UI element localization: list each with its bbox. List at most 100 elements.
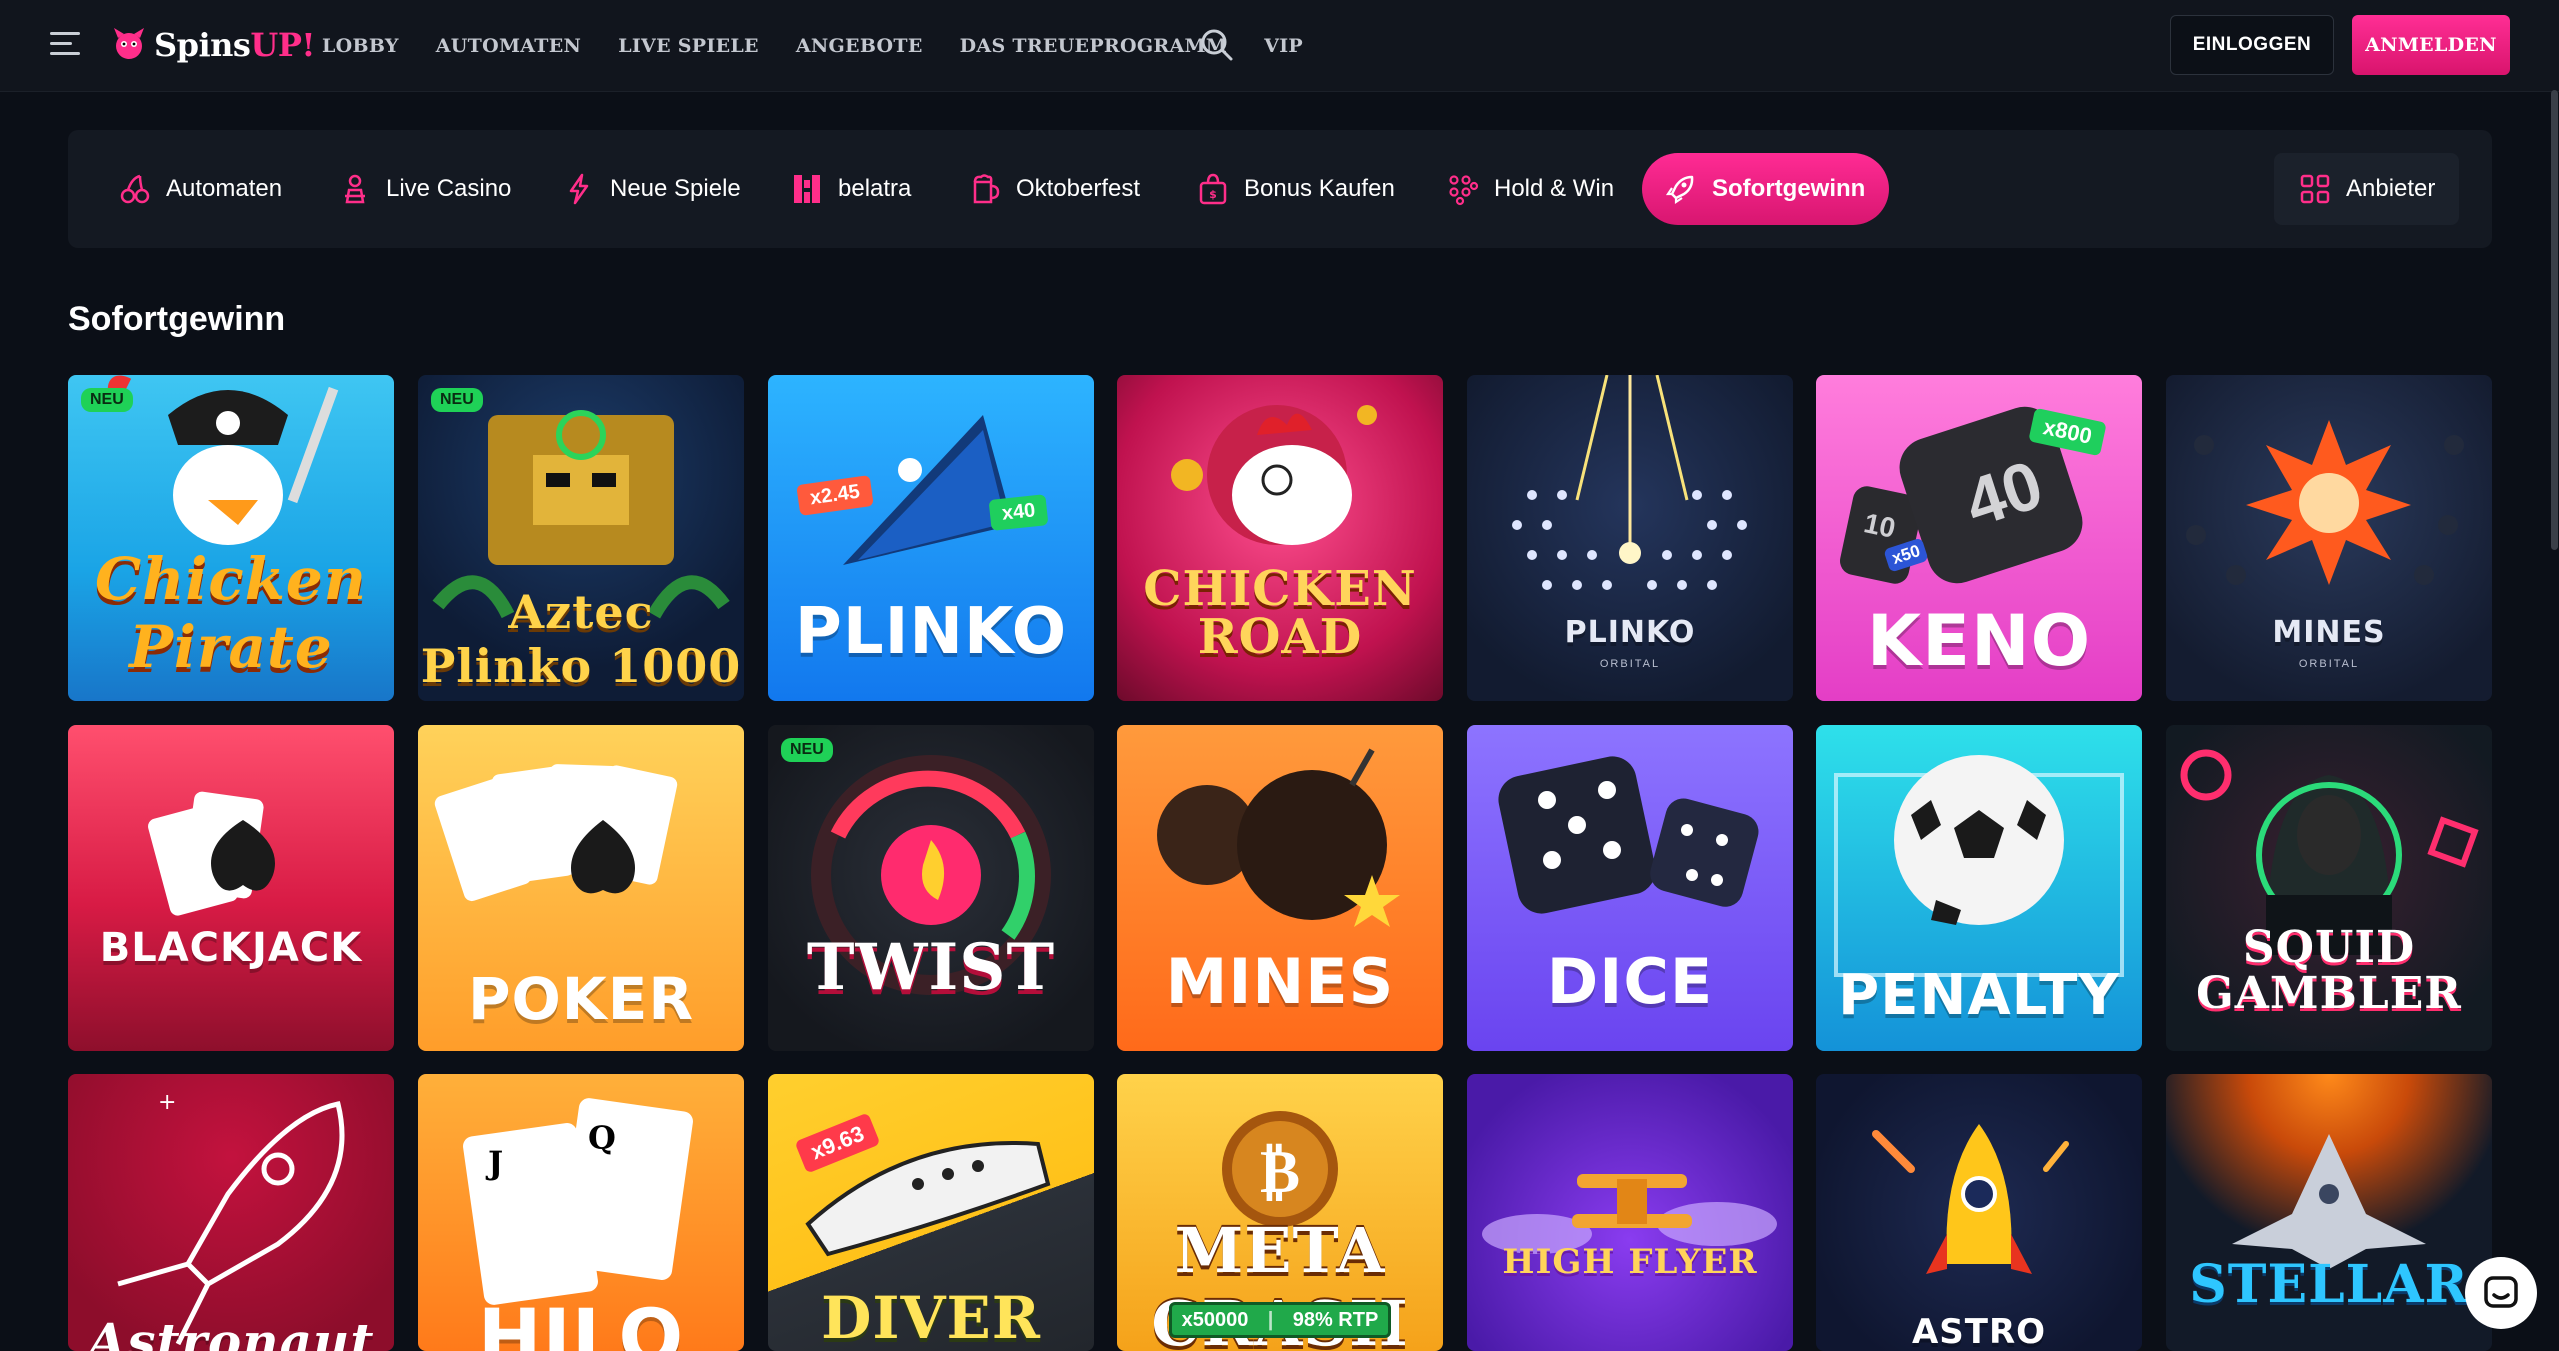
category-label: Automaten (166, 175, 283, 202)
beer-mug-icon (973, 174, 1000, 204)
category-live-casino[interactable]: Live Casino (338, 153, 511, 225)
game-tile-mines[interactable]: MINES (1117, 725, 1443, 1051)
explosion-art (2186, 420, 2464, 585)
game-tile-chicken-road[interactable]: CHICKEN ROAD (1117, 375, 1443, 701)
game-tile-astronaut[interactable]: + Astronaut (68, 1074, 394, 1351)
nav-angebote[interactable]: ANGEBOTE (796, 35, 923, 57)
orbital-plinko-art (1512, 375, 1747, 590)
brand-name-accent: UP! (250, 26, 315, 64)
game-title: ASTRO (1911, 1312, 2047, 1351)
login-button[interactable]: EINLOGGEN (2170, 15, 2334, 75)
game-tile-diver[interactable]: x9.63 DIVER (768, 1074, 1094, 1351)
game-tile-penalty[interactable]: PENALTY (1816, 725, 2142, 1051)
scrollbar-thumb[interactable] (2551, 90, 2558, 550)
category-oktoberfest[interactable]: Oktoberfest (968, 153, 1140, 225)
game-title: KENO (1866, 600, 2092, 682)
nav-automaten[interactable]: AUTOMATEN (436, 35, 581, 57)
category-label: Hold & Win (1494, 175, 1615, 202)
svg-text:J: J (485, 1144, 503, 1182)
chat-icon (2484, 1276, 2518, 1308)
game-tile-poker[interactable]: POKER (418, 725, 744, 1051)
gift-bag-icon: $ (1199, 173, 1227, 205)
category-belatra[interactable]: belatra (790, 153, 911, 225)
game-tile-mines-orbital[interactable]: MINES ORBITAL (2166, 375, 2492, 701)
category-label: belatra (838, 175, 912, 202)
brand-logo[interactable]: SpinsUP! (108, 20, 315, 70)
game-tile-meta-crash[interactable]: ₿ META CRASH x50000 | 98% RTP (1117, 1074, 1443, 1351)
game-title: PLINKO (794, 595, 1068, 669)
game-title: POKER (467, 965, 695, 1033)
svg-text:$: $ (1209, 188, 1217, 201)
game-title: MINES (1165, 945, 1395, 1018)
new-badge: NEU (431, 388, 483, 412)
multiplier-chip: x40 (988, 494, 1049, 531)
game-title: BLACKJACK (99, 925, 363, 971)
section-title: Sofortgewinn (68, 300, 286, 338)
game-tile-squid-gambler[interactable]: SQUID GAMBLER (2166, 725, 2492, 1051)
grid-icon (2300, 174, 2330, 204)
game-title: Astronaut (87, 1312, 375, 1351)
belatra-logo-icon (794, 175, 820, 203)
category-label: Sofortgewinn (1712, 175, 1866, 202)
game-title: Chicken Pirate (95, 545, 367, 681)
keno-ball-number: 10 (1861, 507, 1899, 544)
category-label: Oktoberfest (1016, 175, 1141, 202)
game-tile-chicken-pirate[interactable]: Chicken Pirate NEU (68, 375, 394, 701)
category-label: Live Casino (386, 175, 512, 202)
game-tile-twist[interactable]: TWIST NEU (768, 725, 1094, 1051)
nav-lobby[interactable]: LOBBY (322, 35, 399, 57)
category-bar: Automaten Live Casino Neue Spiele belatr… (68, 130, 2492, 248)
game-tile-high-flyer[interactable]: HIGH FLYER (1467, 1074, 1793, 1351)
category-hold-win[interactable]: Hold & Win (1446, 153, 1614, 225)
svg-text:+: + (158, 1090, 176, 1115)
game-title: HIGH FLYER (1502, 1242, 1758, 1282)
game-title: Aztec Plinko 1000 (420, 585, 742, 693)
game-tile-aztec-plinko[interactable]: Aztec Plinko 1000 NEU (418, 375, 744, 701)
category-neue-spiele[interactable]: Neue Spiele (562, 153, 741, 225)
chat-button[interactable] (2465, 1257, 2537, 1329)
nav-treueprogramm[interactable]: DAS TREUEPROGRAMM (960, 35, 1228, 57)
top-navigation: SpinsUP! LOBBY AUTOMATEN LIVE SPIELE ANG… (0, 0, 2559, 92)
provider-label: Anbieter (2346, 175, 2436, 202)
game-tile-blackjack[interactable]: BLACKJACK (68, 725, 394, 1051)
nav-vip[interactable]: VIP (1264, 35, 1303, 57)
category-automaten[interactable]: Automaten (118, 153, 282, 225)
category-bonus-kaufen[interactable]: $ Bonus Kaufen (1196, 153, 1395, 225)
lightning-icon (569, 173, 589, 205)
main-nav: LOBBY AUTOMATEN LIVE SPIELE ANGEBOTE DAS… (322, 0, 1303, 92)
astro-rocket-art (1872, 1124, 2069, 1274)
category-sofortgewinn[interactable]: Sofortgewinn (1642, 153, 1890, 225)
game-title: SQUID GAMBLER (2196, 922, 2462, 1019)
slot-cherries-icon (120, 174, 150, 204)
provider-button[interactable]: Anbieter (2274, 153, 2460, 225)
search-icon[interactable] (1198, 26, 1236, 64)
signup-button[interactable]: ANMELDEN (2352, 15, 2510, 75)
page-scrollbar[interactable] (2550, 0, 2559, 1351)
game-title: DICE (1546, 945, 1714, 1018)
rocket-icon (1665, 175, 1694, 205)
game-title: PLINKO (1564, 615, 1696, 650)
game-tile-plinko[interactable]: x2.45 x40 PLINKO (768, 375, 1094, 701)
meta-crash-stats: x50000 | 98% RTP (1169, 1302, 1391, 1338)
game-title: MINES (2272, 615, 2386, 650)
game-title: HILO (477, 1292, 685, 1351)
game-title: DIVER (821, 1284, 1041, 1351)
category-label: Bonus Kaufen (1244, 175, 1395, 202)
game-tile-keno[interactable]: 40 10 x800 x50 KENO (1816, 375, 2142, 701)
game-tile-stellar[interactable]: STELLAR (2166, 1074, 2492, 1351)
nav-live-spiele[interactable]: LIVE SPIELE (618, 35, 759, 57)
blackjack-cards-art (148, 791, 275, 916)
game-title: TWIST (806, 930, 1056, 1005)
menu-icon[interactable] (50, 32, 84, 58)
live-dealer-icon (345, 174, 365, 204)
game-title: PENALTY (1838, 963, 2120, 1028)
game-subtitle: ORBITAL (1599, 658, 1661, 670)
game-tile-plinko-orbital[interactable]: PLINKO ORBITAL (1467, 375, 1793, 701)
new-badge: NEU (781, 738, 833, 762)
game-subtitle: ORBITAL (2298, 658, 2360, 670)
biplane-art (1482, 1174, 1777, 1254)
game-tile-hilo[interactable]: J Q HILO (418, 1074, 744, 1351)
new-badge: NEU (81, 388, 133, 412)
game-tile-astro[interactable]: ASTRO (1816, 1074, 2142, 1351)
game-tile-dice[interactable]: DICE (1467, 725, 1793, 1051)
